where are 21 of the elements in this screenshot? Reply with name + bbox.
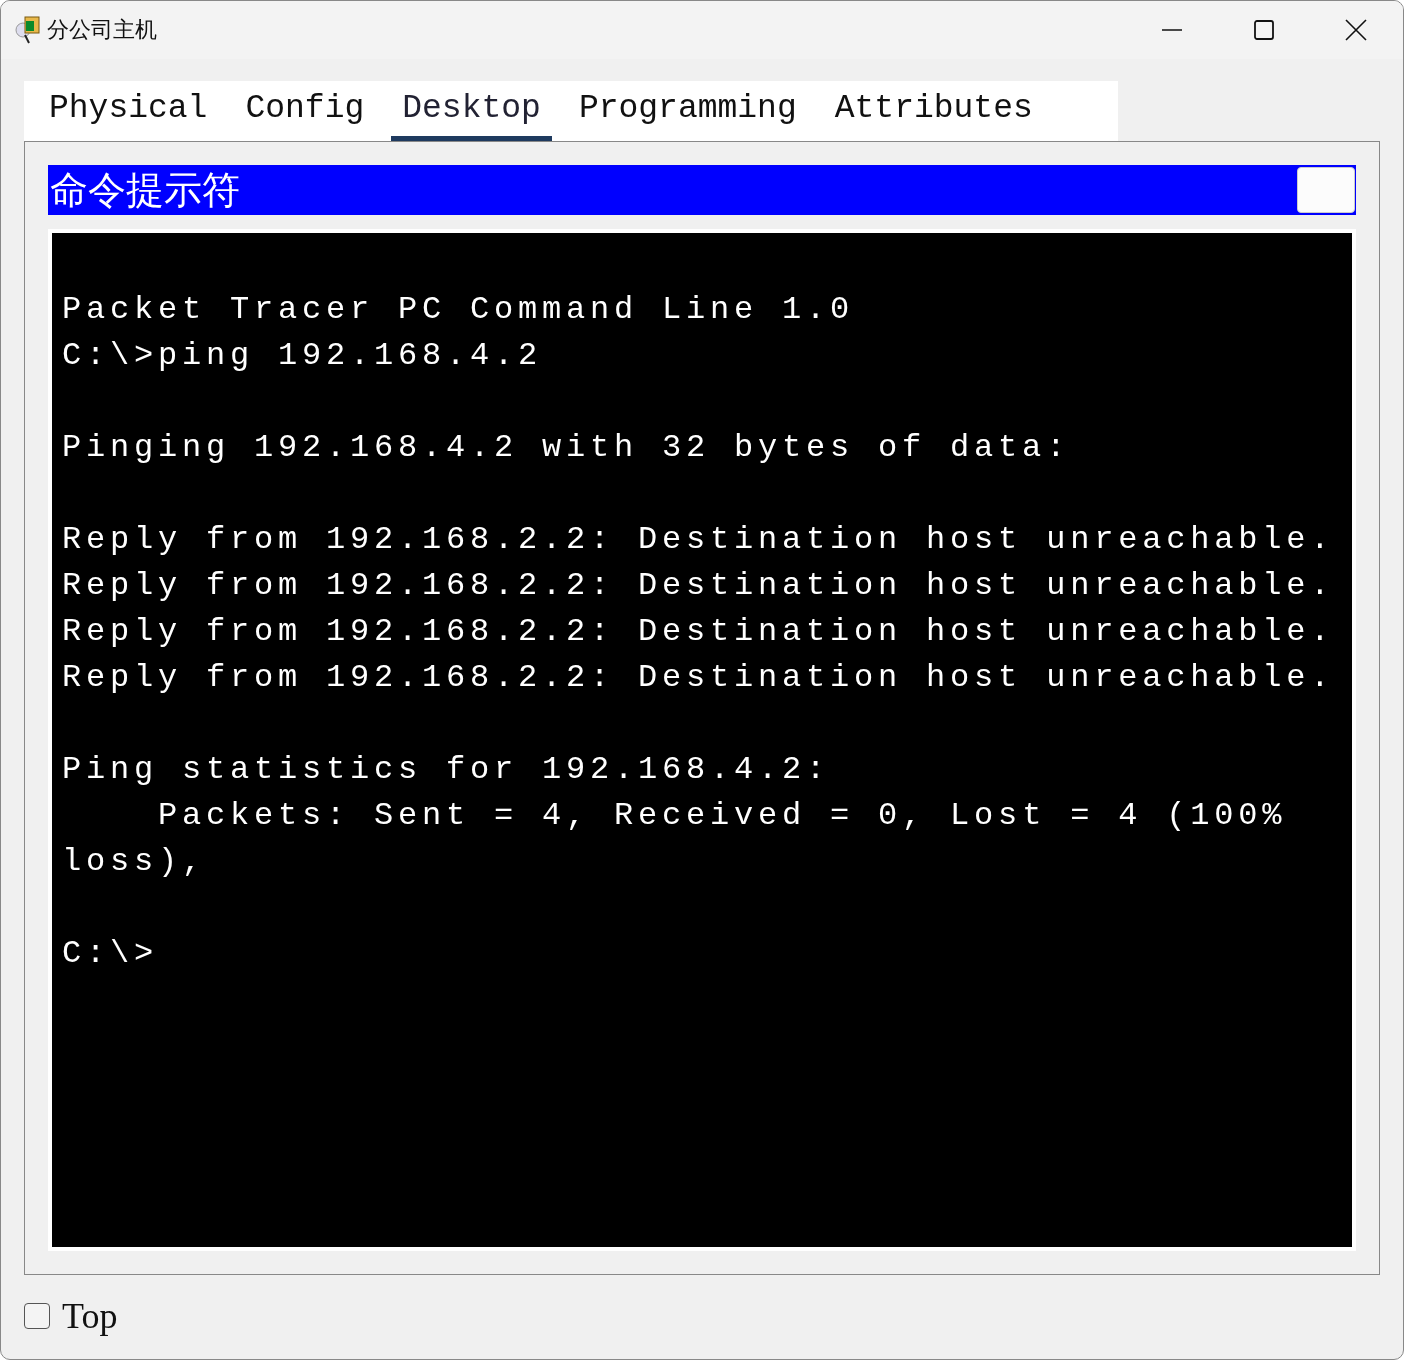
- terminal-line: Ping statistics for 192.168.4.2:: [62, 750, 832, 790]
- terminal-line: C:\>ping 192.168.4.2: [62, 336, 544, 376]
- panel-title: 命令提示符: [49, 166, 240, 214]
- close-icon[interactable]: [1345, 19, 1367, 41]
- tab[interactable]: Attributes: [823, 81, 1044, 141]
- maximize-icon[interactable]: [1253, 19, 1275, 41]
- terminal-line: Reply from 192.168.2.2: Destination host unreachable.: [62, 566, 1336, 606]
- checkbox-label: Top: [62, 1295, 118, 1337]
- tab[interactable]: Physical: [38, 81, 219, 141]
- app-icon: [15, 15, 41, 45]
- terminal-line: Reply from 192.168.2.2: Destination host unreachable.: [62, 520, 1336, 560]
- terminal-line: Reply from 192.168.2.2: Destination host unreachable.: [62, 658, 1336, 698]
- terminal-line: Packet Tracer PC Command Line 1.0: [62, 290, 856, 330]
- terminal-line: Reply from 192.168.2.2: Destination host unreachable.: [62, 612, 1336, 652]
- terminal-line: Packets: Sent = 4, Received = 0, Lost = 4 (100% loss),: [62, 796, 1288, 882]
- terminal-line: Pinging 192.168.4.2 with 32 bytes of data:: [62, 428, 1072, 468]
- tab[interactable]: Programming: [567, 81, 808, 141]
- tab[interactable]: Config: [234, 81, 376, 141]
- window-title: 分公司主机: [47, 16, 157, 44]
- checkbox[interactable]: [24, 1303, 50, 1329]
- terminal-line: C:\>: [62, 934, 159, 974]
